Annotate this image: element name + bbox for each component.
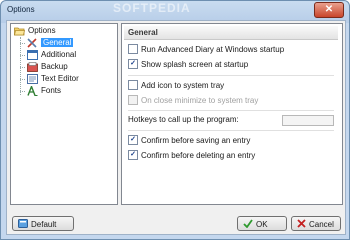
tree-connector: [20, 43, 25, 44]
divider: [128, 110, 334, 111]
tree-item-label: Text Editor: [41, 74, 79, 83]
option-label: On close minimize to system tray: [141, 96, 259, 105]
show-splash-checkbox[interactable]: ✓ Show splash screen at startup: [128, 58, 249, 71]
tree-connector: [20, 55, 25, 56]
checkmark-icon: [243, 219, 253, 229]
tree-item-backup[interactable]: Backup: [27, 61, 68, 73]
general-settings-panel: General Run Advanced Diary at Windows st…: [121, 23, 343, 205]
checkmark-icon[interactable]: ✓: [128, 134, 138, 145]
checkmark-icon[interactable]: ✓: [128, 58, 138, 69]
checkbox-box[interactable]: [128, 43, 138, 54]
divider: [128, 130, 334, 131]
font-icon: [27, 85, 38, 96]
watermark-text: SOFTPEDIA: [113, 1, 191, 15]
backup-icon: [27, 62, 38, 72]
tree-connector: [20, 79, 25, 80]
text-editor-icon: [27, 73, 38, 84]
close-button[interactable]: ✕: [314, 2, 344, 18]
hotkey-input[interactable]: [282, 115, 334, 126]
tree-connector: [20, 37, 21, 95]
default-button[interactable]: Default: [12, 216, 74, 231]
tree-item-general[interactable]: General: [27, 37, 74, 49]
tree-item-label: General: [41, 38, 74, 47]
options-tree[interactable]: Options General Additional Backup Text E…: [10, 23, 118, 205]
tree-item-label: Fonts: [41, 86, 62, 95]
close-icon: ✕: [324, 4, 334, 15]
option-label: Add icon to system tray: [141, 81, 225, 90]
dialog-body: Options General Additional Backup Text E…: [6, 20, 346, 235]
default-button-label: Default: [31, 220, 57, 229]
panel-header: General: [124, 26, 338, 40]
checkmark-icon[interactable]: ✓: [128, 149, 138, 160]
window-title: Options: [7, 5, 35, 14]
tree-item-additional[interactable]: Additional: [27, 49, 76, 61]
confirm-delete-checkbox[interactable]: ✓ Confirm before deleting an entry: [128, 149, 256, 162]
tree-root-label: Options: [28, 26, 56, 35]
option-label: Confirm before saving an entry: [141, 136, 251, 145]
minimize-to-tray-checkbox: On close minimize to system tray: [128, 94, 259, 107]
ok-button[interactable]: OK: [237, 216, 287, 231]
title-bar[interactable]: Options SOFTPEDIA ✕: [1, 1, 349, 19]
confirm-save-checkbox[interactable]: ✓ Confirm before saving an entry: [128, 134, 251, 147]
cancel-button-label: Cancel: [309, 220, 334, 229]
hotkey-label: Hotkeys to call up the program:: [128, 114, 239, 126]
option-label: Show splash screen at startup: [141, 60, 249, 69]
hotkey-label-text: Hotkeys to call up the program:: [128, 115, 239, 124]
folder-open-icon: [14, 27, 25, 36]
tools-icon: [27, 38, 37, 48]
tree-connector: [20, 91, 25, 92]
defaults-icon: [18, 219, 28, 229]
option-label: Run Advanced Diary at Windows startup: [141, 45, 285, 54]
tree-connector: [20, 67, 25, 68]
checkbox-box[interactable]: [128, 79, 138, 90]
cancel-button[interactable]: Cancel: [291, 216, 341, 231]
tree-item-fonts[interactable]: Fonts: [27, 85, 61, 97]
tree-item-text-editor[interactable]: Text Editor: [27, 73, 79, 85]
tree-item-label: Backup: [41, 62, 68, 71]
run-at-startup-checkbox[interactable]: Run Advanced Diary at Windows startup: [128, 43, 285, 56]
tree-item-label: Additional: [41, 50, 77, 59]
cross-icon: [297, 219, 306, 229]
divider: [128, 75, 334, 76]
add-tray-icon-checkbox[interactable]: Add icon to system tray: [128, 79, 225, 92]
checkbox-box: [128, 94, 138, 105]
tree-root-options[interactable]: Options: [14, 25, 56, 37]
window-icon: [27, 49, 38, 60]
option-label: Confirm before deleting an entry: [141, 151, 256, 160]
options-window: Options SOFTPEDIA ✕ Options General Addi…: [0, 0, 350, 240]
ok-button-label: OK: [256, 220, 268, 229]
